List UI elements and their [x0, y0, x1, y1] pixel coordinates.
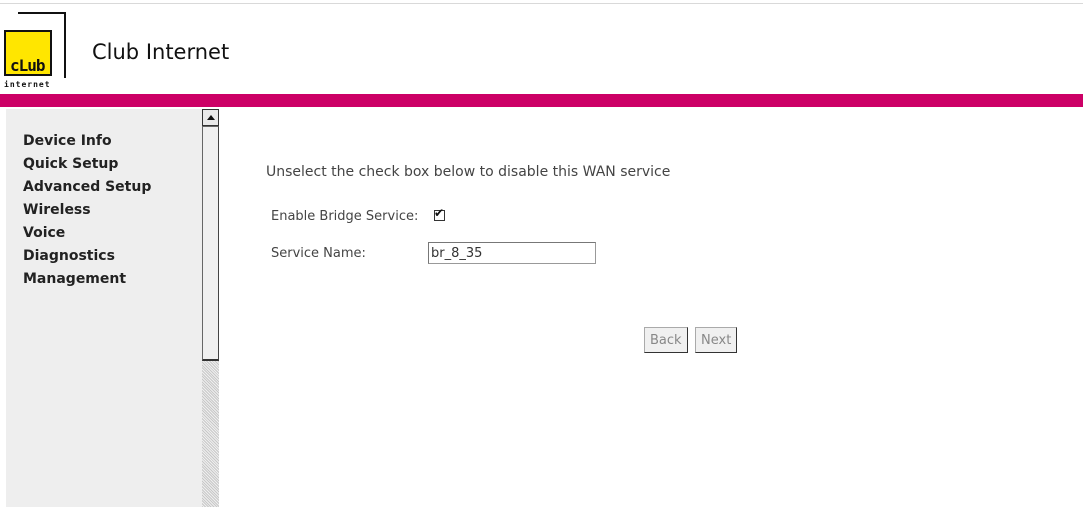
- sidebar-item-voice[interactable]: Voice: [23, 222, 151, 245]
- logo-box: cLub: [4, 30, 52, 76]
- next-button[interactable]: Next: [695, 327, 738, 353]
- sidebar-item-device-info[interactable]: Device Info: [23, 130, 151, 153]
- scroll-up-arrow-icon[interactable]: [202, 109, 219, 126]
- back-button[interactable]: Back: [644, 327, 688, 353]
- sidebar: Device Info Quick Setup Advanced Setup W…: [0, 107, 220, 507]
- service-name-input[interactable]: [428, 242, 596, 264]
- sidebar-scrollbar-thumb[interactable]: [202, 126, 219, 361]
- sidebar-nav: Device Info Quick Setup Advanced Setup W…: [23, 130, 151, 291]
- sidebar-item-wireless[interactable]: Wireless: [23, 199, 151, 222]
- sidebar-panel: Device Info Quick Setup Advanced Setup W…: [6, 109, 202, 507]
- club-internet-logo: cLub internet: [4, 10, 66, 92]
- sidebar-item-diagnostics[interactable]: Diagnostics: [23, 245, 151, 268]
- brand-name: Club Internet: [92, 40, 230, 64]
- sidebar-item-management[interactable]: Management: [23, 268, 151, 291]
- service-name-label: Service Name:: [271, 246, 366, 261]
- logo-subtitle: internet: [4, 80, 51, 89]
- instruction-text: Unselect the check box below to disable …: [266, 164, 671, 180]
- logo-glyphs: cLub: [10, 56, 46, 75]
- sidebar-item-quick-setup[interactable]: Quick Setup: [23, 153, 151, 176]
- enable-bridge-label: Enable Bridge Service:: [271, 209, 419, 224]
- accent-bar: [0, 94, 1083, 107]
- main-content: Unselect the check box below to disable …: [220, 107, 1083, 507]
- sidebar-item-advanced-setup[interactable]: Advanced Setup: [23, 176, 151, 199]
- header: cLub internet Club Internet: [0, 4, 1083, 94]
- enable-bridge-checkbox[interactable]: [434, 206, 445, 221]
